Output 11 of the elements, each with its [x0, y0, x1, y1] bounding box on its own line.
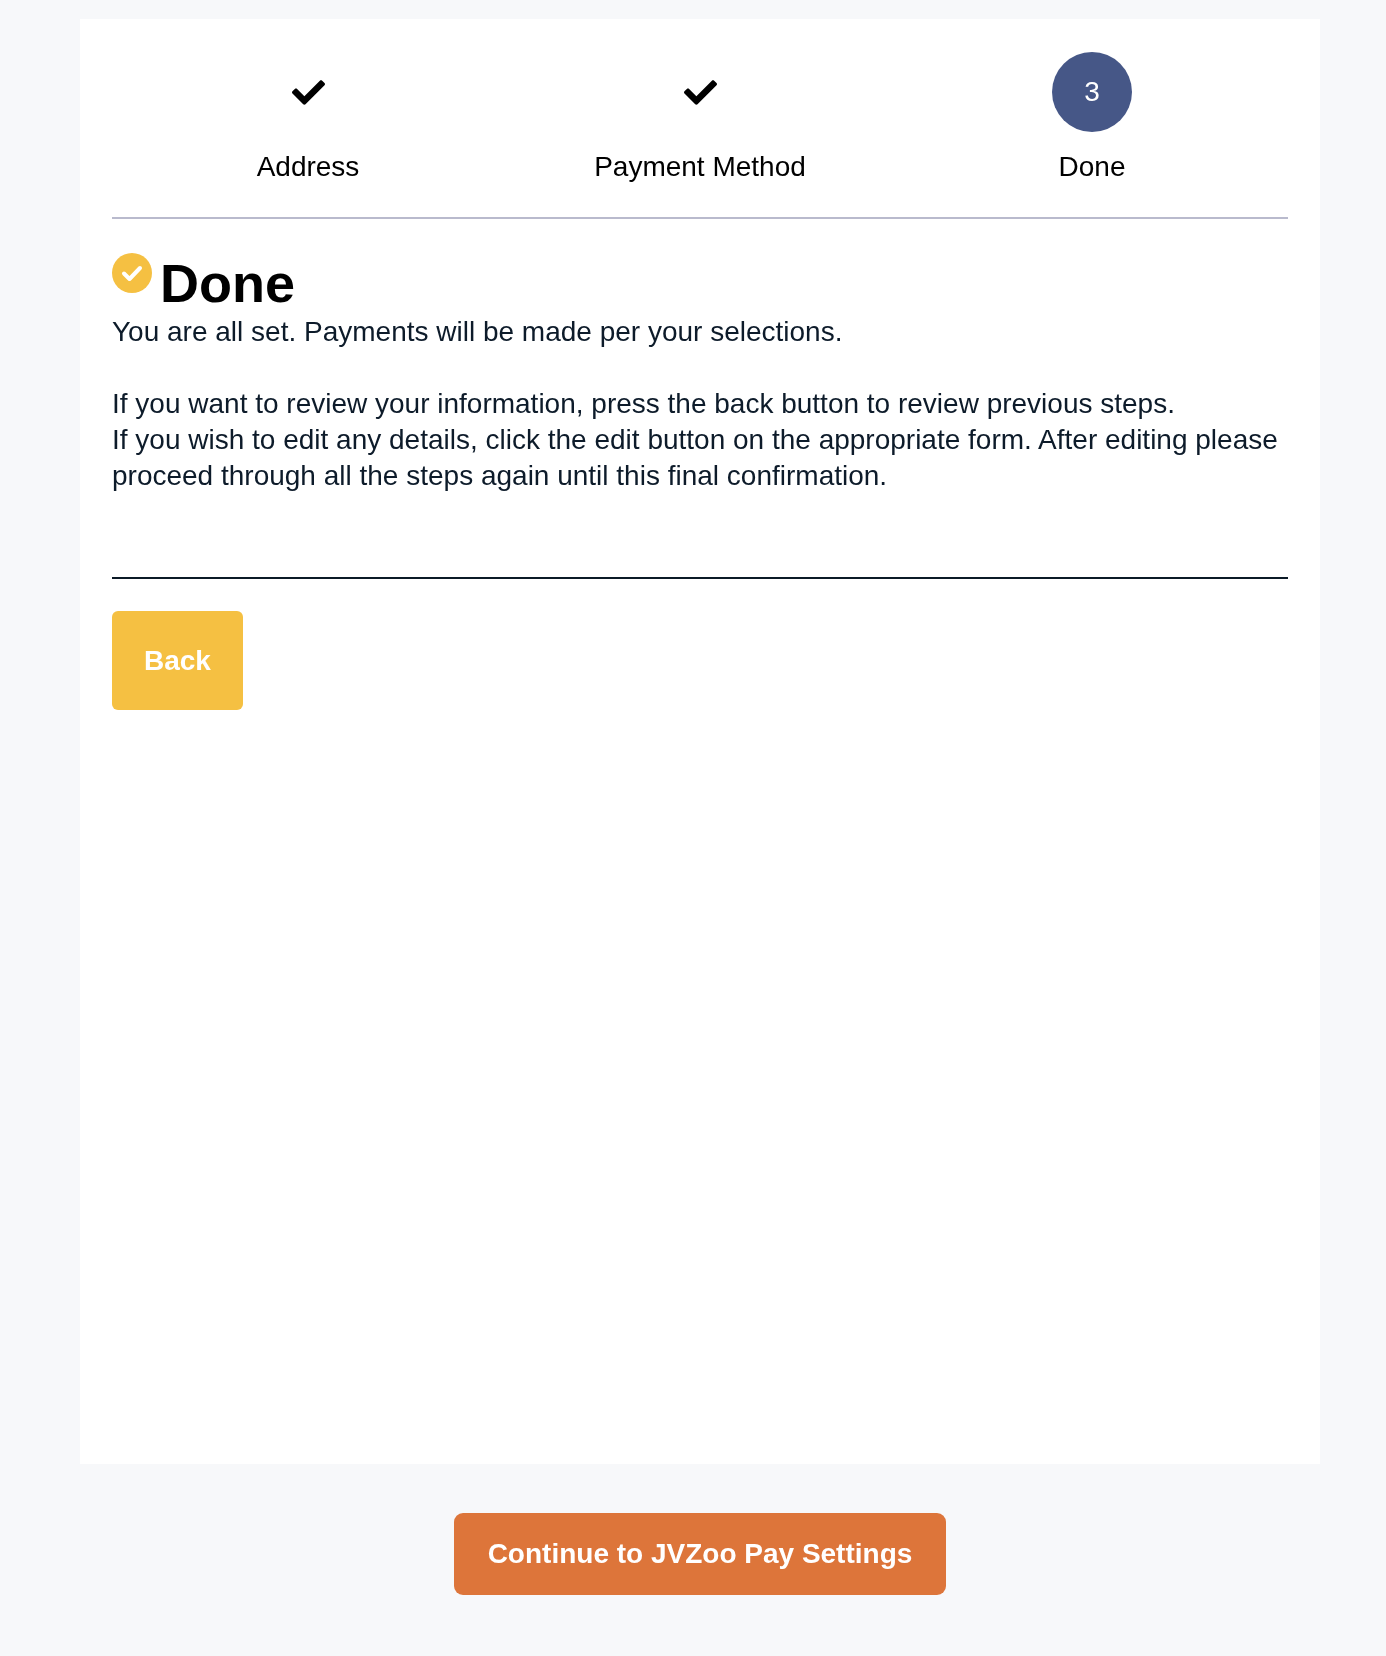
confirmation-message: You are all set. Payments will be made per your selections.	[112, 315, 844, 349]
step-number: 3	[1052, 52, 1132, 132]
continue-button[interactable]: Continue to JVZoo Pay Settings	[453, 1513, 947, 1595]
page-title: Done	[160, 256, 295, 310]
instruction-text: If you wish to edit any details, click the edit button on the appropriate form. After editing please proceed through all the steps again until this final confirmation.	[112, 423, 1279, 493]
step-label: Done	[1058, 150, 1126, 184]
step-label: Address	[256, 150, 360, 184]
step-label: Payment Method	[594, 150, 806, 184]
back-button[interactable]: Back	[112, 611, 243, 710]
instruction-text: If you want to review your information, press the back button to review previous steps.	[112, 387, 1176, 421]
check-circle-icon	[112, 253, 152, 293]
